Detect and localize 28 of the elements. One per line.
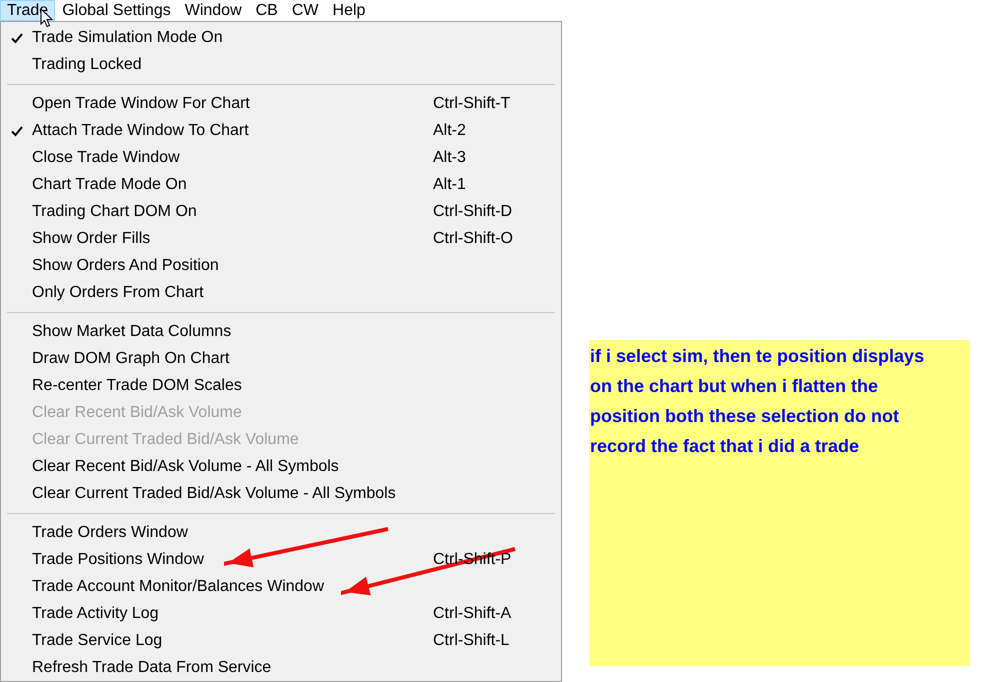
menu-item[interactable]: Show Orders And Position — [1, 252, 561, 279]
menu-item[interactable]: Trade Service Log Ctrl-Shift-L — [1, 627, 561, 654]
menu-item[interactable]: Re-center Trade DOM Scales — [1, 372, 561, 399]
menu-item[interactable]: Refresh Trade Data From Service — [1, 654, 561, 681]
menu-item[interactable]: Clear Current Traded Bid/Ask Volume - All Symbols — [1, 480, 561, 507]
menu-item[interactable]: Trade Account Monitor/Balances Window — [1, 573, 561, 600]
menu-item[interactable]: Draw DOM Graph On Chart — [1, 345, 561, 372]
menu-item[interactable]: Attach Trade Window To Chart Alt-2 — [1, 117, 561, 144]
menu-bar-item[interactable]: Global Settings — [55, 0, 178, 21]
menu-item[interactable]: Trade Activity Log Ctrl-Shift-A — [1, 600, 561, 627]
checkmark-icon — [11, 124, 23, 136]
menu-item[interactable]: Trading Chart DOM On Ctrl-Shift-D — [1, 198, 561, 225]
menu-item[interactable]: Chart Trade Mode On Alt-1 — [1, 171, 561, 198]
menu-item[interactable]: Trading Locked — [1, 51, 561, 78]
menu-item[interactable]: Trade Simulation Mode On — [1, 24, 561, 51]
menu-item[interactable]: Open Trade Window For Chart Ctrl-Shift-T — [1, 90, 561, 117]
menu-item[interactable]: Show Market Data Columns — [1, 318, 561, 345]
menu-bar-item[interactable]: Window — [178, 0, 249, 21]
menu-bar-item[interactable]: CW — [284, 0, 326, 21]
menu-item[interactable]: Show Order Fills Ctrl-Shift-O — [1, 225, 561, 252]
menu-item[interactable]: Trade Orders Window — [1, 519, 561, 546]
menu-item[interactable]: Clear Recent Bid/Ask Volume - All Symbols — [1, 453, 561, 480]
note-text: if i select sim, then te position displays on the chart but when i flatten the position both these selection do not record the fact that i did a trade — [589, 345, 926, 458]
menu-bar-item[interactable]: CB — [248, 0, 285, 21]
menu-item[interactable]: Close Trade Window Alt-3 — [1, 144, 561, 171]
checkmark-icon — [11, 32, 23, 44]
menu-item[interactable]: Only Orders From Chart — [1, 279, 561, 306]
menu-bar-item[interactable]: Help — [326, 0, 372, 21]
